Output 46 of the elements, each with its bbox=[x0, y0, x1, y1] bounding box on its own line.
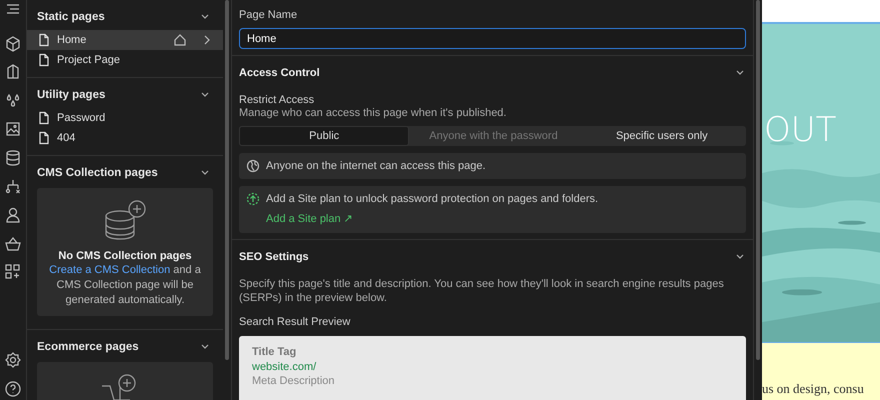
preview-url: website.com/ bbox=[252, 361, 318, 373]
field-label: Page Name bbox=[239, 9, 298, 21]
description-text: Specify this page's title and description. You can see how they'll look in search engine results pages (SERPs) in the preview below. bbox=[239, 277, 725, 305]
page-icon bbox=[37, 33, 51, 47]
page-item[interactable]: Password bbox=[27, 108, 223, 128]
page-item[interactable]: 404 bbox=[27, 128, 223, 148]
info-text: Anyone on the internet can access this page. bbox=[266, 160, 486, 172]
section-title: Utility pages bbox=[37, 89, 106, 101]
page-icon bbox=[37, 53, 51, 67]
empty-state-title: No CMS Collection pages bbox=[58, 250, 192, 262]
globe-icon bbox=[246, 159, 260, 173]
page-icon bbox=[37, 131, 51, 145]
database-icon[interactable] bbox=[4, 148, 22, 167]
upgrade-icon bbox=[246, 192, 260, 206]
body-text: us on design, consu bbox=[762, 381, 865, 397]
apps-icon[interactable] bbox=[4, 263, 22, 282]
cube-icon[interactable] bbox=[4, 34, 22, 53]
scrollbar[interactable] bbox=[756, 0, 760, 360]
preview-description: Meta Description bbox=[252, 375, 336, 387]
image-icon[interactable] bbox=[4, 120, 22, 138]
basket-icon[interactable] bbox=[4, 234, 22, 253]
upsell-text: Add a Site plan to unlock password protection on pages and folders. bbox=[266, 193, 598, 205]
user-icon[interactable] bbox=[4, 206, 22, 224]
field-label: Search Result Preview bbox=[239, 316, 352, 328]
settings-icon[interactable] bbox=[4, 351, 22, 370]
page-item[interactable]: Home bbox=[27, 30, 223, 50]
add-site-plan-link[interactable]: Add a Site plan ↗ bbox=[266, 212, 353, 225]
create-collection-link[interactable]: Create a CMS Collection bbox=[49, 264, 170, 276]
section-title: Access Control bbox=[239, 67, 320, 79]
hero-heading: OUT bbox=[764, 110, 836, 150]
access-option[interactable]: Public bbox=[239, 126, 410, 146]
page-icon bbox=[37, 111, 51, 125]
empty-state-text: Create a CMS Collection and a CMS Collection page will be generated automatically. bbox=[48, 263, 202, 308]
preview-title: Title Tag bbox=[252, 346, 298, 358]
section-title: Ecommerce pages bbox=[37, 341, 139, 353]
page-item[interactable]: Project Page bbox=[27, 50, 223, 70]
description-text: Manage who can access this page when it's published. bbox=[239, 106, 508, 120]
scrollbar[interactable] bbox=[225, 0, 229, 360]
hierarchy-icon[interactable] bbox=[4, 178, 22, 196]
section-title: CMS Collection pages bbox=[37, 167, 158, 179]
help-icon[interactable] bbox=[4, 380, 22, 398]
field-label: Restrict Access bbox=[239, 94, 316, 106]
section-title: Static pages bbox=[37, 11, 105, 23]
section-title: SEO Settings bbox=[239, 251, 309, 263]
access-option[interactable]: Specific users only bbox=[578, 126, 746, 146]
page-name-field[interactable]: Home bbox=[239, 28, 746, 49]
